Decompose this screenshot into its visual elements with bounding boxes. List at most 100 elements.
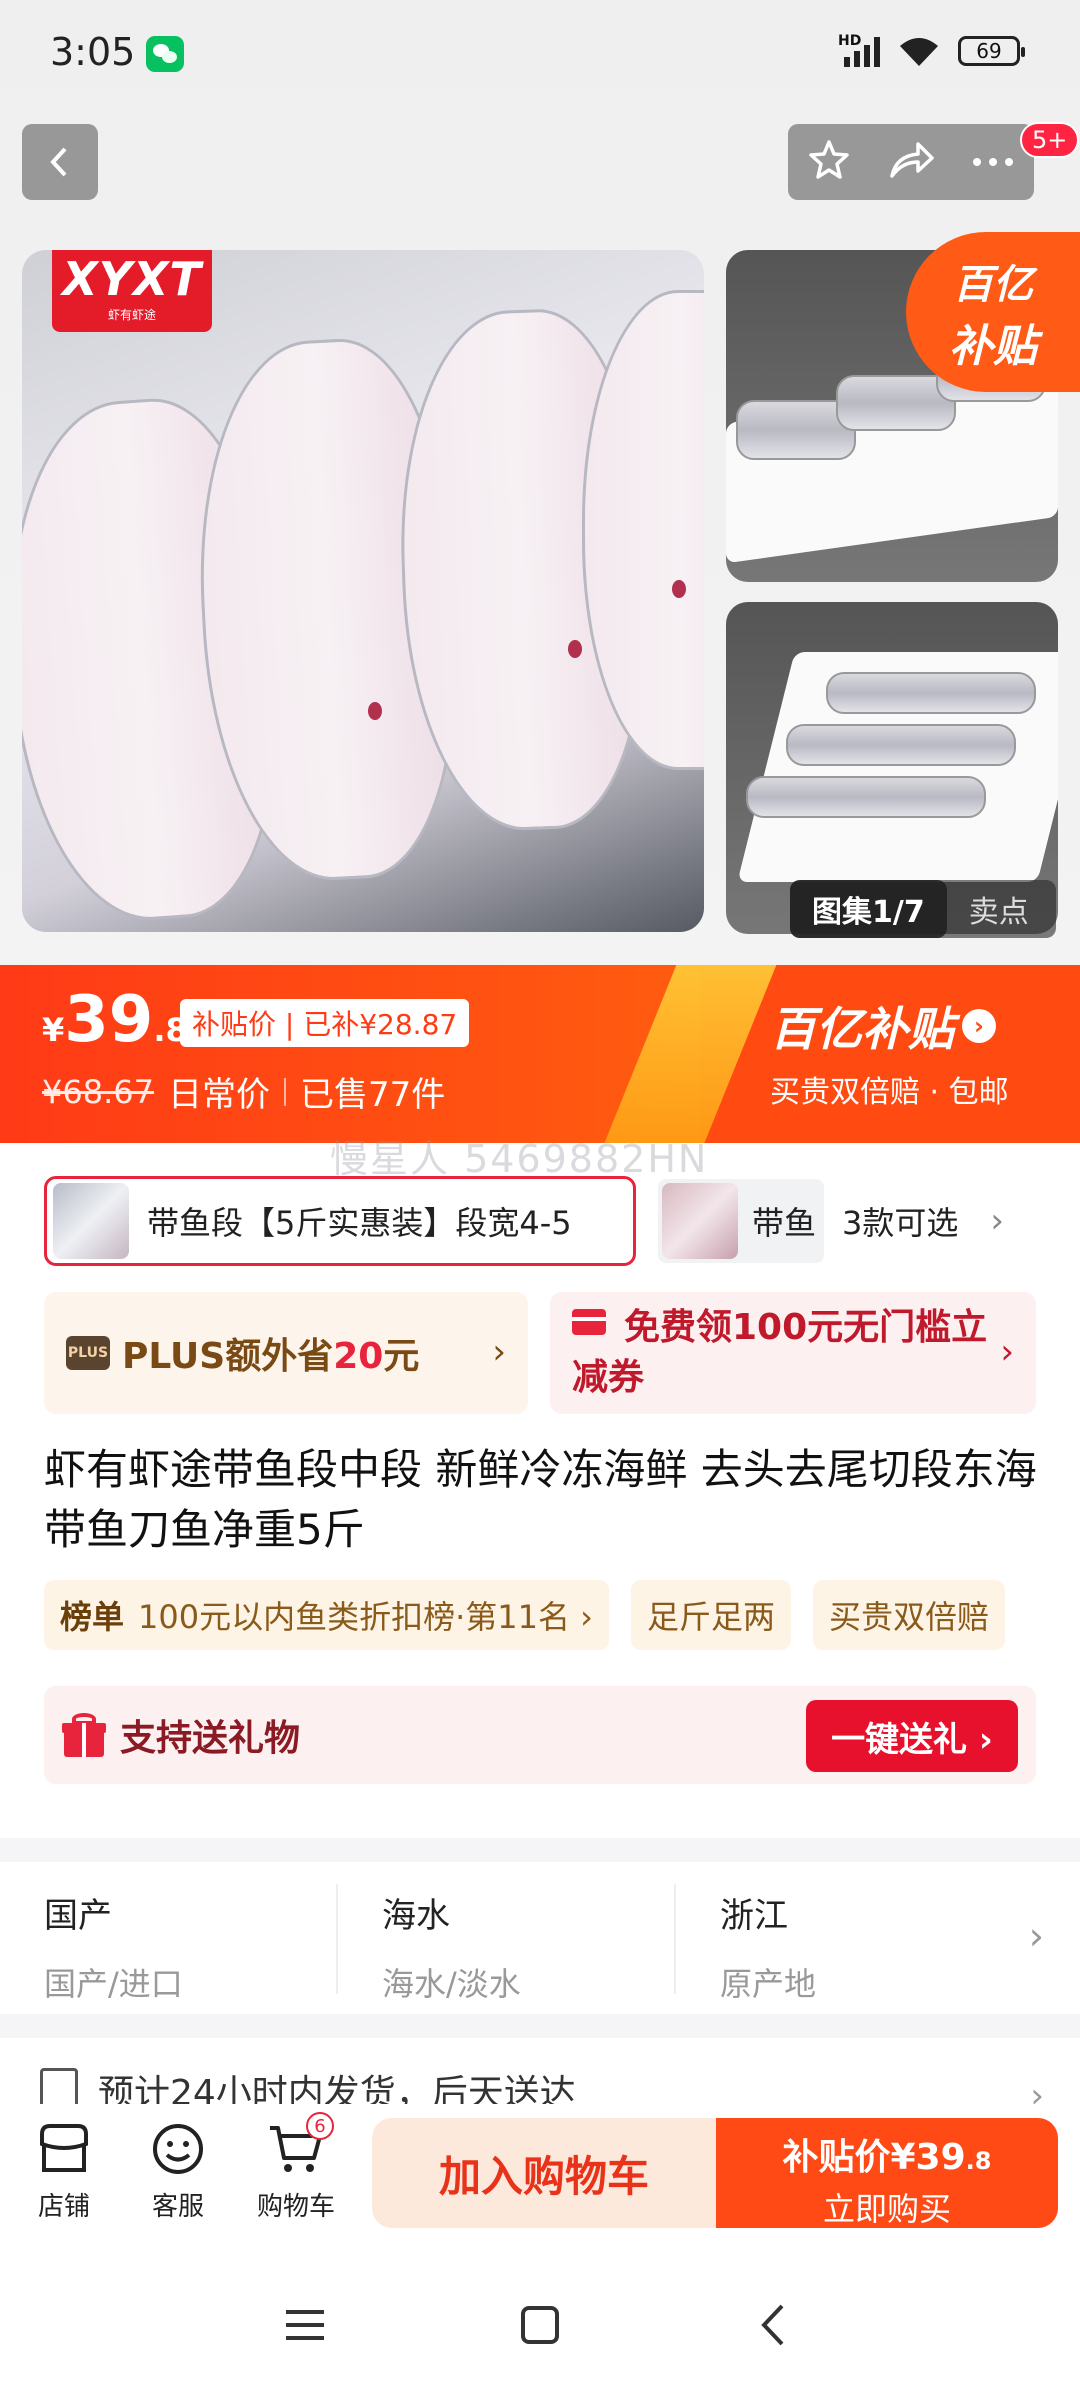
chevron-right-icon[interactable]: › xyxy=(1029,1914,1044,1958)
price-currency: ¥ xyxy=(42,1011,65,1049)
coupon-icon xyxy=(572,1309,606,1335)
subsidy-program[interactable]: 百亿补贴 › 买贵双倍赔 · 包邮 xyxy=(770,993,1009,1111)
attribute-value: 海水 xyxy=(382,1896,450,1936)
sku-label: 带鱼 xyxy=(752,1204,817,1242)
daily-price-label: 日常价 xyxy=(167,1075,270,1115)
status-bar: 3:05 HD 69 xyxy=(0,0,1080,110)
plus-member-icon: PLUS xyxy=(66,1336,110,1370)
attribute-value: 浙江 xyxy=(720,1896,788,1936)
brand-logo-subtext: 虾有虾途 xyxy=(107,308,156,322)
product-attributes[interactable]: 国产 国产/进口 海水 海水/淡水 浙江 原产地 › xyxy=(0,1862,1080,2014)
gallery-counter[interactable]: 图集1/7 卖点 xyxy=(790,880,1056,938)
attribute-key: 原产地 xyxy=(720,1965,817,2003)
chevron-left-icon xyxy=(50,147,67,177)
battery-icon: 69 xyxy=(958,36,1025,66)
fish-core-mark xyxy=(672,580,686,598)
share-icon xyxy=(890,142,934,178)
buy-price: 补贴价¥39.8 xyxy=(716,2128,1058,2180)
wechat-notification-icon xyxy=(146,36,184,72)
product-tags: 榜单 100元以内鱼类折扣榜·第11名 › 足斤足两 买贵双倍赔 xyxy=(44,1580,1005,1650)
chevron-right-icon: › xyxy=(492,1332,506,1372)
sku-count[interactable]: 3款可选 xyxy=(842,1198,958,1244)
weight-guarantee-tag[interactable]: 足斤足两 xyxy=(630,1580,791,1650)
plus-savings-suffix: 元 xyxy=(383,1336,420,1377)
gift-icon xyxy=(62,1713,106,1757)
subsidy-badge-line2: 补贴 xyxy=(949,321,1037,372)
buy-price-label: 补贴价¥39 xyxy=(782,2137,966,2178)
subsidy-price-tag: 补贴价 | 已补¥28.87 xyxy=(180,999,470,1047)
fish-core-mark xyxy=(568,640,582,658)
current-price: ¥ 39 .8 xyxy=(42,985,188,1055)
coupon-card[interactable]: 免费领100元无门槛立减券 › xyxy=(550,1292,1036,1414)
status-icons: HD 69 xyxy=(838,33,1025,68)
sku-label: 带鱼段【5斤实惠装】段宽4-5 xyxy=(147,1204,572,1242)
ranking-tag[interactable]: 榜单 100元以内鱼类折扣榜·第11名 › xyxy=(44,1580,609,1650)
more-button[interactable] xyxy=(971,153,1015,172)
attribute-value: 国产 xyxy=(44,1896,112,1936)
buy-now-button[interactable]: 补贴价¥39.8 立即购买 xyxy=(716,2118,1058,2228)
sold-count: 已售77件 xyxy=(299,1075,446,1115)
watermark: 慢星人 5469882HN xyxy=(330,1137,709,1181)
gift-label: 支持送礼物 xyxy=(120,1718,301,1759)
message-count-badge: 5+ xyxy=(1020,122,1080,158)
sku-option[interactable]: 带鱼 xyxy=(658,1179,824,1263)
attribute-key: 海水/淡水 xyxy=(382,1965,521,2003)
fish-slab-illustration xyxy=(786,724,1016,766)
sku-option-selected[interactable]: 带鱼段【5斤实惠装】段宽4-5 xyxy=(44,1176,636,1266)
cart-button[interactable]: 6 购物车 xyxy=(246,2112,346,2223)
store-icon xyxy=(36,2122,92,2176)
more-dots-icon xyxy=(973,157,1014,166)
top-action-group xyxy=(788,124,1034,200)
chevron-right-icon: › xyxy=(962,1009,996,1043)
subsidy-program-subtitle: 买贵双倍赔 · 包邮 xyxy=(770,1075,1009,1110)
subsidy-program-title: 百亿补贴 xyxy=(770,1002,954,1056)
attribute-item: 浙江 原产地 xyxy=(676,1884,1014,2003)
product-title: 虾有虾途带鱼段中段 新鲜冷冻海鲜 去头去尾切段东海带鱼刀鱼净重5斤 xyxy=(44,1445,1037,1554)
send-gift-button[interactable]: 一键送礼 › xyxy=(806,1700,1018,1772)
attribute-key: 国产/进口 xyxy=(44,1965,183,2003)
favorite-button[interactable] xyxy=(807,138,851,186)
chevron-right-icon: › xyxy=(1000,1332,1014,1372)
subsidy-badge-line1: 百亿 xyxy=(953,262,1033,308)
sku-selector[interactable]: 带鱼段【5斤实惠装】段宽4-5 带鱼 3款可选 › xyxy=(44,1176,1044,1266)
buy-price-decimal: .8 xyxy=(965,2147,992,2175)
share-button[interactable] xyxy=(888,140,934,184)
original-price-line: ¥68.67 日常价 已售77件 xyxy=(42,1067,445,1116)
plus-savings-prefix: PLUS额外省 xyxy=(122,1336,334,1377)
price-banner[interactable]: ¥ 39 .8 补贴价 | 已补¥28.87 ¥68.67 日常价 已售77件 … xyxy=(0,965,1080,1143)
section-divider xyxy=(0,1838,1080,1862)
customer-service-button[interactable]: 客服 xyxy=(128,2122,228,2223)
back-button[interactable] xyxy=(22,124,98,200)
wifi-icon xyxy=(896,34,942,68)
menu-icon[interactable] xyxy=(280,2300,330,2350)
system-navigation-bar xyxy=(0,2240,1080,2400)
gift-section: 支持送礼物 一键送礼 › xyxy=(44,1686,1036,1784)
home-icon[interactable] xyxy=(515,2300,565,2350)
status-time: 3:05 xyxy=(50,30,136,74)
section-divider xyxy=(0,2014,1080,2038)
selling-points-tab[interactable]: 卖点 xyxy=(947,887,1051,931)
store-button[interactable]: 店铺 xyxy=(14,2122,114,2223)
price-guarantee-tag[interactable]: 买贵双倍赔 xyxy=(812,1580,1005,1650)
price-integer: 39 xyxy=(64,983,154,1057)
fish-slab-illustration xyxy=(826,672,1036,714)
coupon-label: 免费领100元无门槛立减券 xyxy=(572,1307,988,1398)
cart-label: 购物车 xyxy=(256,2192,335,2222)
customer-service-label: 客服 xyxy=(151,2192,204,2222)
fish-core-mark xyxy=(368,702,382,720)
fish-slab-illustration xyxy=(746,776,986,818)
attribute-item: 海水 海水/淡水 xyxy=(338,1884,676,2003)
add-to-cart-button[interactable]: 加入购物车 xyxy=(372,2118,716,2228)
cart-icon: 6 xyxy=(268,2112,334,2176)
gallery-index[interactable]: 图集1/7 xyxy=(790,880,947,938)
network-type-label: HD xyxy=(838,33,862,49)
main-product-image[interactable]: XYXT 虾有虾途 xyxy=(22,250,704,932)
ranking-key: 榜单 xyxy=(60,1598,125,1636)
star-icon xyxy=(808,140,849,179)
smiley-service-icon xyxy=(150,2122,206,2176)
plus-savings-card[interactable]: PLUS PLUS额外省20元 › xyxy=(44,1292,528,1414)
chevron-right-icon[interactable]: › xyxy=(990,1201,1004,1241)
buy-now-label: 立即购买 xyxy=(822,2190,951,2228)
plus-savings-amount: 20 xyxy=(333,1336,384,1377)
back-nav-icon[interactable] xyxy=(750,2300,800,2350)
